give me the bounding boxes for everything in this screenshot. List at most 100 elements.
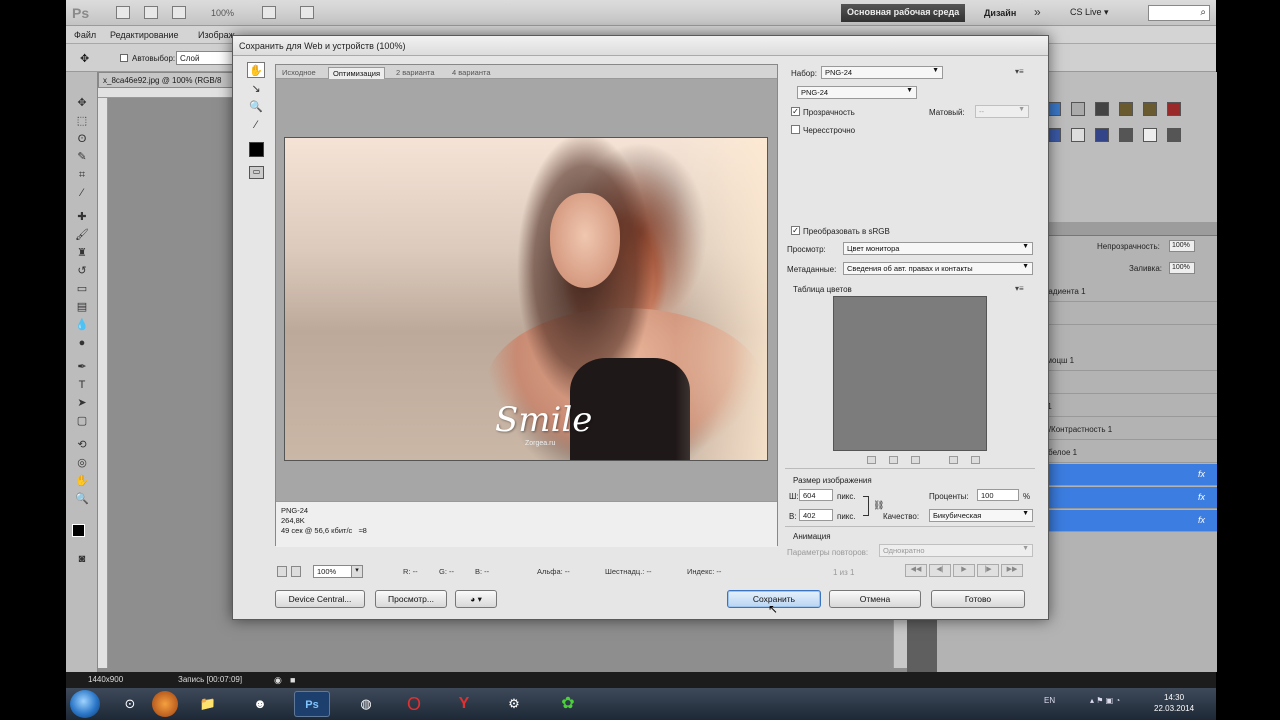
move-tool-icon[interactable]: ✥ (74, 96, 90, 110)
browser-icon[interactable] (152, 691, 178, 717)
style-swatch[interactable] (1167, 102, 1181, 116)
previous-frame-button[interactable]: ◀| (929, 564, 951, 577)
map-color-icon[interactable] (867, 456, 876, 464)
device-central-button[interactable]: Device Central... (275, 590, 365, 608)
blur-tool-icon[interactable]: 💧 (74, 318, 90, 332)
next-frame-button[interactable]: |▶ (977, 564, 999, 577)
language-indicator[interactable]: EN (1044, 696, 1055, 705)
opacity-field[interactable]: 100% (1169, 240, 1195, 252)
layer-row[interactable]: ммоцш 1 (1037, 349, 1217, 371)
view-extras-icon[interactable] (172, 6, 186, 19)
browser-preview-button[interactable]: ◕ ▾ (455, 590, 497, 608)
dodge-tool-icon[interactable]: ● (74, 336, 90, 350)
link-chain-icon[interactable]: ⛓ (873, 500, 884, 511)
eyedropper-tool-icon[interactable]: ⁄ (74, 186, 90, 200)
color-table-menu-icon[interactable]: ▾≡ (1015, 284, 1024, 293)
preview-button[interactable]: Просмотр... (375, 590, 447, 608)
system-clock[interactable]: 14:30 22.03.2014 (1154, 692, 1194, 714)
hand-tool-icon[interactable]: ✋ (74, 474, 90, 488)
chrome-icon[interactable]: ◍ (348, 691, 384, 717)
interlaced-checkbox[interactable] (791, 125, 800, 134)
marquee-tool-icon[interactable]: ⬚ (74, 114, 90, 128)
zoom-tool-icon[interactable]: 🔍 (74, 492, 90, 506)
menu-edit[interactable]: Редактирование (110, 30, 179, 40)
delete-color-icon[interactable] (971, 456, 980, 464)
eraser-tool-icon[interactable]: ▭ (74, 282, 90, 296)
more-workspaces-icon[interactable]: » (1034, 5, 1041, 19)
move-tool-icon[interactable]: ✥ (80, 52, 89, 65)
metadata-select[interactable]: Сведения об авт. правах и контакты ▼ (843, 262, 1033, 275)
layer-row-selected[interactable]: fx (1037, 464, 1217, 486)
foreground-color-swatch[interactable] (72, 524, 85, 537)
style-swatch[interactable] (1167, 128, 1181, 142)
record-stop-icon[interactable]: ■ (290, 675, 295, 685)
lasso-tool-icon[interactable]: ʘ (74, 132, 90, 146)
style-swatch[interactable] (1143, 102, 1157, 116)
style-swatch[interactable] (1071, 102, 1085, 116)
file-explorer-icon[interactable]: 📁 (190, 691, 226, 717)
screen-mode-icon[interactable] (300, 6, 314, 19)
pen-tool-icon[interactable]: ✒ (74, 360, 90, 374)
bridge-icon[interactable] (116, 6, 130, 19)
icq-icon[interactable]: ✿ (550, 691, 586, 717)
percent-field[interactable]: 100 (977, 489, 1019, 501)
history-brush-tool-icon[interactable]: ↺ (74, 264, 90, 278)
zoom-out-button[interactable] (277, 566, 287, 577)
tab-2-up[interactable]: 2 варианта (392, 67, 439, 79)
web-shift-icon[interactable] (889, 456, 898, 464)
menu-image[interactable]: Изображ (198, 30, 235, 40)
preset-select[interactable]: PNG-24 ▼ (821, 66, 943, 79)
color-table[interactable] (833, 296, 987, 451)
dialog-title[interactable]: Сохранить для Web и устройств (100%) (233, 36, 1048, 56)
tab-optimized[interactable]: Оптимизация (328, 67, 386, 79)
style-swatch[interactable] (1119, 102, 1133, 116)
layer-row[interactable] (1037, 303, 1217, 325)
3d-orbit-tool-icon[interactable]: ◎ (74, 456, 90, 470)
layer-effects-icon[interactable]: fx (1198, 492, 1205, 502)
preview-select[interactable]: Цвет монитора ▼ (843, 242, 1033, 255)
zoom-dropdown[interactable]: ▾ (351, 565, 363, 578)
workspace-essentials-button[interactable]: Основная рабочая среда (841, 4, 966, 22)
steam-icon[interactable]: ⚙ (496, 691, 532, 717)
arrange-documents-icon[interactable] (262, 6, 276, 19)
photoshop-taskbar-icon[interactable]: Ps (294, 691, 330, 717)
quick-mask-icon[interactable]: ◙ (74, 552, 90, 566)
slice-select-tool-icon[interactable]: ↘ (247, 80, 265, 96)
layer-row[interactable]: ть/Контрастность 1 (1037, 418, 1217, 440)
optimized-preview-image[interactable]: Smile Zorgea.ru (284, 137, 768, 461)
layer-effects-icon[interactable]: fx (1198, 515, 1205, 525)
optimize-menu-icon[interactable]: ▾≡ (1015, 67, 1024, 76)
style-swatch[interactable] (1095, 102, 1109, 116)
convert-srgb-checkbox[interactable]: ✓ (791, 226, 800, 235)
style-swatch[interactable] (1071, 128, 1085, 142)
path-selection-tool-icon[interactable]: ➤ (74, 396, 90, 410)
layer-row[interactable]: о-белое 1 (1037, 441, 1217, 463)
layer-row[interactable] (1037, 372, 1217, 394)
cancel-button[interactable]: Отмена (829, 590, 921, 608)
style-swatch[interactable] (1047, 128, 1061, 142)
clone-stamp-tool-icon[interactable]: ♜ (74, 246, 90, 260)
eyedropper-color-swatch[interactable] (249, 142, 264, 157)
style-swatch[interactable] (1047, 102, 1061, 116)
messenger-icon[interactable]: ☻ (242, 691, 278, 717)
camera-icon[interactable]: ◉ (274, 675, 282, 686)
help-search-input[interactable]: ⌕ (1148, 5, 1210, 21)
quality-select[interactable]: Бикубическая ▼ (929, 509, 1033, 522)
cs-live-button[interactable]: CS Live ▾ (1070, 7, 1109, 18)
brush-tool-icon[interactable]: 🖌 (74, 228, 90, 242)
layer-row-selected[interactable]: fx (1037, 487, 1217, 509)
first-frame-button[interactable]: ◀◀ (905, 564, 927, 577)
last-frame-button[interactable]: ▶▶ (1001, 564, 1023, 577)
layer-row[interactable]: ь 1 (1037, 395, 1217, 417)
layer-row[interactable]: градиента 1 (1037, 280, 1217, 302)
opera-icon[interactable]: O (396, 691, 432, 717)
healing-brush-tool-icon[interactable]: ✚ (74, 210, 90, 224)
tab-original[interactable]: Исходное (278, 67, 320, 79)
start-button[interactable] (70, 690, 100, 718)
autoselect-checkbox[interactable] (120, 54, 128, 62)
menu-file[interactable]: Файл (74, 30, 96, 40)
tray-icons[interactable]: ▴ ⚑ ▣ ◔ (1090, 696, 1120, 705)
format-select[interactable]: PNG-24 ▼ (797, 86, 917, 99)
height-field[interactable]: 402 (799, 509, 833, 521)
crop-tool-icon[interactable]: ⌗ (74, 168, 90, 182)
